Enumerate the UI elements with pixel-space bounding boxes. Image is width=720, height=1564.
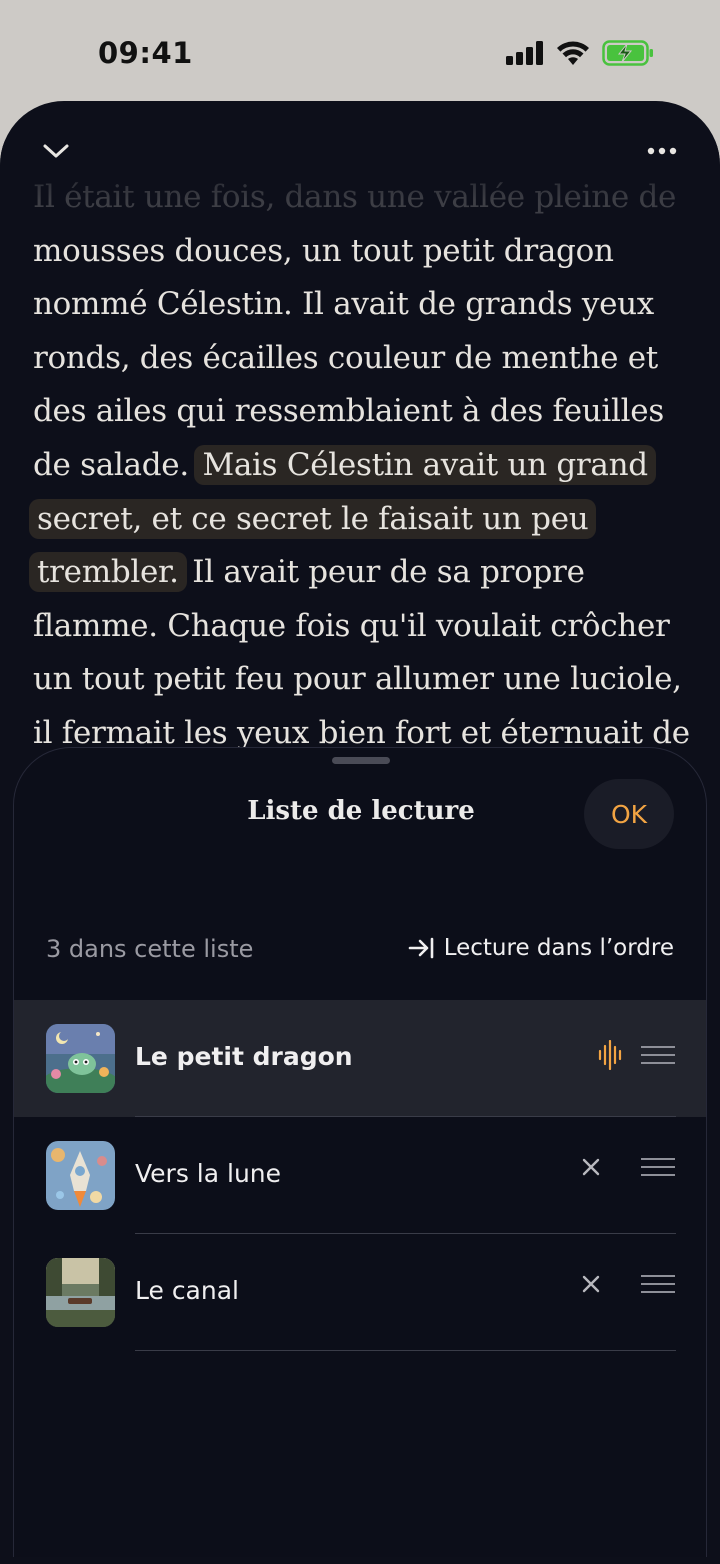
drag-handle-icon[interactable]: [640, 1274, 676, 1294]
wifi-icon: [556, 40, 590, 66]
status-time: 09:41: [98, 36, 193, 70]
chevron-down-icon: [42, 142, 70, 160]
cover-image-moon: [46, 1141, 115, 1210]
arrow-to-line-icon: [408, 937, 434, 959]
list-item[interactable]: Vers la lune: [14, 1117, 706, 1234]
play-in-order-button[interactable]: Lecture dans l’ordre: [408, 935, 674, 961]
ok-button[interactable]: OK: [584, 779, 674, 849]
row-actions: [582, 1274, 676, 1294]
row-actions: [598, 1040, 676, 1070]
close-icon[interactable]: [582, 1275, 600, 1293]
list-item-title: Le canal: [135, 1276, 239, 1305]
item-count: 3 dans cette liste: [46, 935, 254, 963]
list-item[interactable]: Le petit dragon: [14, 1000, 706, 1117]
drag-handle-icon[interactable]: [640, 1157, 676, 1177]
list-item[interactable]: Le canal: [14, 1234, 706, 1351]
row-divider: [135, 1350, 676, 1351]
more-icon: [647, 147, 677, 155]
collapse-button[interactable]: [36, 135, 76, 167]
cover-image-dragon: [46, 1024, 115, 1093]
story-text: Il était une fois, dans une vallée plein…: [29, 171, 693, 814]
battery-icon: [602, 40, 654, 66]
signal-icon: [506, 41, 544, 65]
top-fade: [0, 141, 720, 201]
playlist-sheet: Liste de lecture OK 3 dans cette liste L…: [13, 747, 707, 1557]
row-actions: [582, 1157, 676, 1177]
playlist: Le petit dragon Vers la lune Le canal: [14, 1000, 706, 1351]
cover-image-canal: [46, 1258, 115, 1327]
list-item-title: Vers la lune: [135, 1159, 282, 1188]
close-icon[interactable]: [582, 1158, 600, 1176]
waveform-icon: [598, 1040, 622, 1070]
status-icons: [506, 40, 654, 66]
drag-handle-icon[interactable]: [640, 1045, 676, 1065]
more-options-button[interactable]: [642, 135, 682, 167]
list-item-title: Le petit dragon: [135, 1042, 353, 1071]
status-bar: 09:41: [0, 0, 720, 100]
play-in-order-label: Lecture dans l’ordre: [443, 935, 674, 961]
sheet-drag-handle[interactable]: [332, 757, 390, 764]
